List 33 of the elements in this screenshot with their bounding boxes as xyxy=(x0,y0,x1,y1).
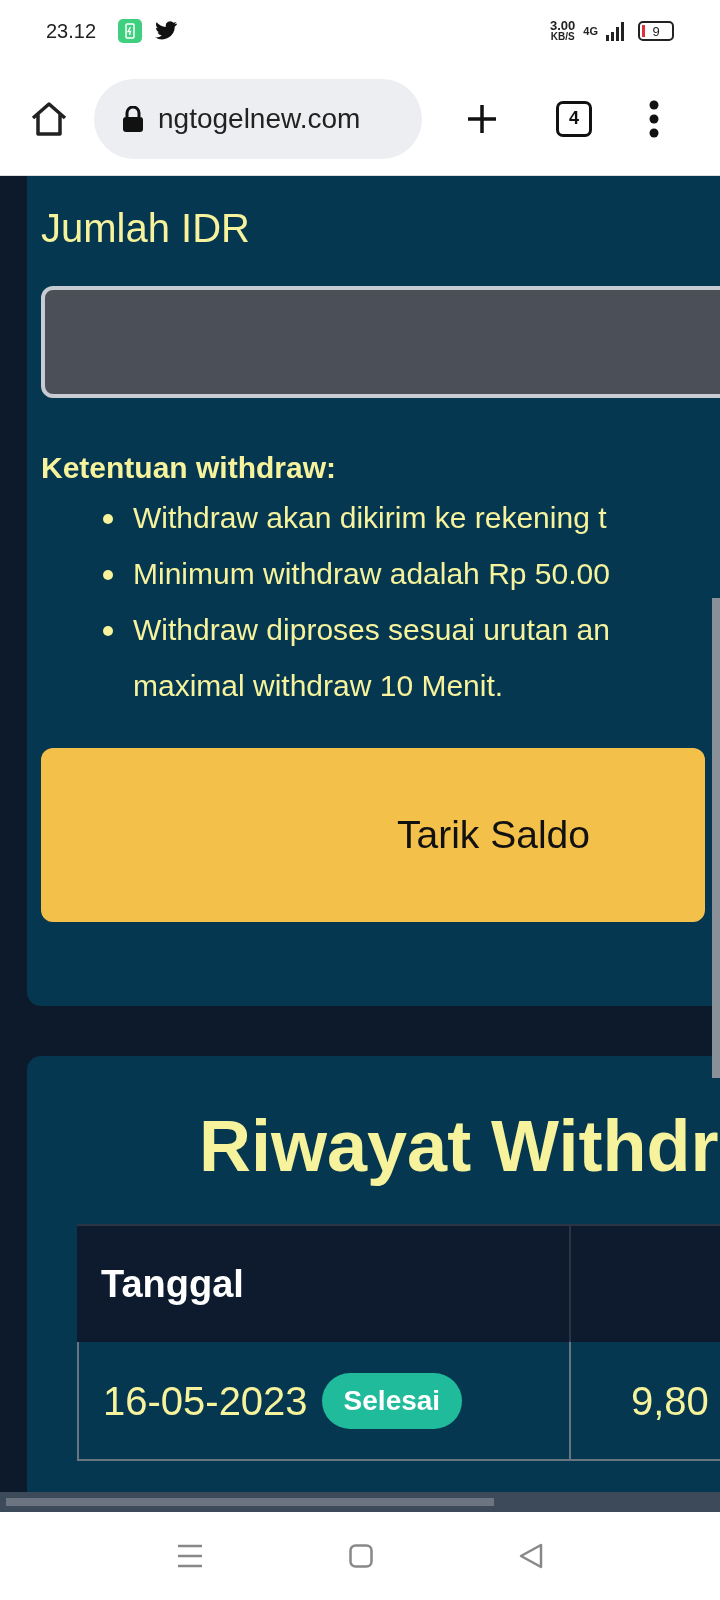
amount-field[interactable] xyxy=(41,286,720,398)
speed-unit: KB/S xyxy=(550,31,575,42)
network-speed: 3.00 xyxy=(550,20,576,31)
rules-title: Ketentuan withdraw: xyxy=(41,450,337,486)
address-bar[interactable]: ngtogelnew.com xyxy=(94,78,422,159)
home-icon[interactable] xyxy=(30,100,68,137)
clock: 23.12 xyxy=(46,19,97,44)
history-title: Riwayat Withdr xyxy=(199,1106,720,1186)
bird-icon xyxy=(154,21,179,41)
bullet-icon xyxy=(103,626,113,636)
amount-label: Jumlah IDR xyxy=(41,206,251,250)
signal-icon xyxy=(606,21,624,41)
rule-text: maximal withdraw 10 Menit. xyxy=(133,668,505,704)
bullet-icon xyxy=(103,514,113,524)
battery-charging-icon xyxy=(118,19,143,43)
rule-text: Withdraw diproses sesuai urutan an xyxy=(133,612,610,648)
lock-icon xyxy=(122,105,144,132)
rule-text: Withdraw akan dikirim ke rekening t xyxy=(133,500,607,536)
menu-icon[interactable] xyxy=(648,99,660,138)
network-type: 4G xyxy=(583,23,598,39)
date-text: 16-05-2023 xyxy=(103,1377,308,1425)
withdraw-button[interactable]: Tarik Saldo xyxy=(41,748,705,922)
back-icon[interactable] xyxy=(519,1543,543,1569)
tab-count-button[interactable]: 4 xyxy=(556,100,592,137)
battery-indicator: 9 xyxy=(638,21,674,41)
amount-text: 9,80 xyxy=(631,1377,709,1425)
column-header: Tanggal xyxy=(77,1226,571,1342)
home-button-icon[interactable] xyxy=(349,1544,373,1568)
url-text: ngtogelnew.com xyxy=(158,101,361,136)
plus-icon[interactable] xyxy=(466,102,498,135)
rule-text: Minimum withdraw adalah Rp 50.00 xyxy=(133,556,610,592)
status-badge: Selesai xyxy=(321,1372,463,1429)
bullet-icon xyxy=(103,570,113,580)
